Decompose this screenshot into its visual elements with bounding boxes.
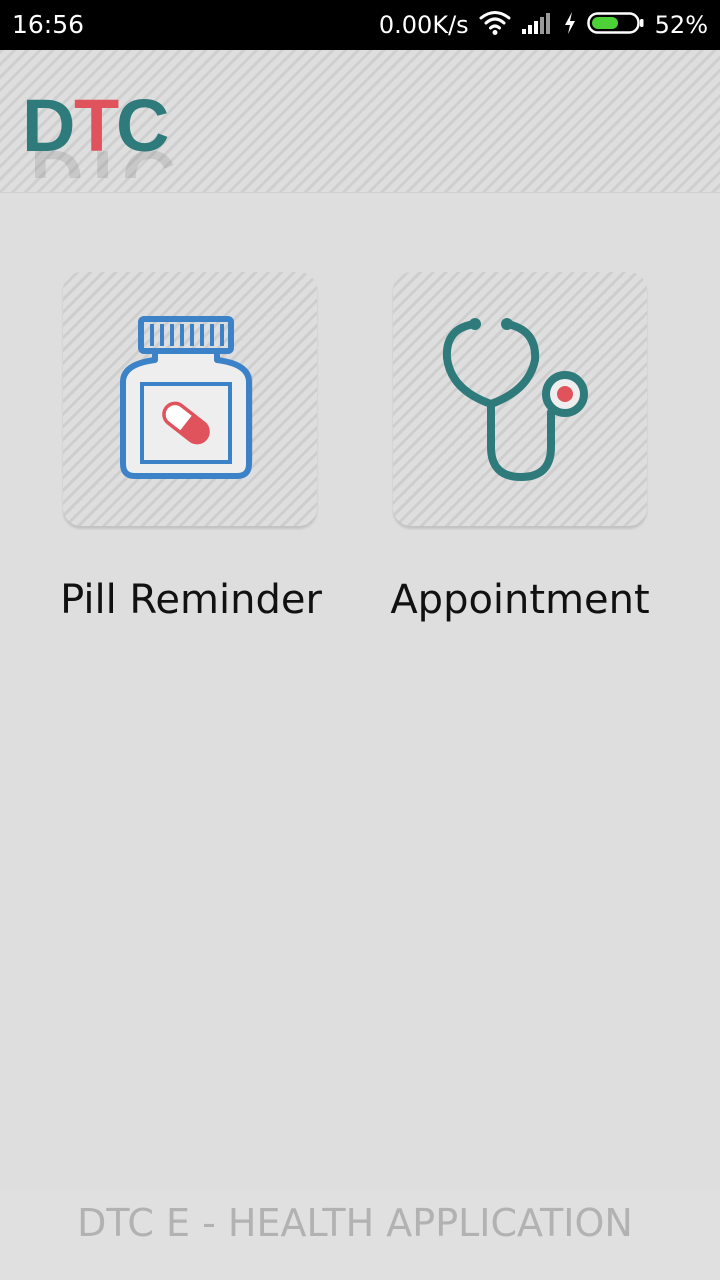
app-header: D T C D T C [0,50,720,193]
footer: DTC E - HEALTH APPLICATION [0,1190,720,1280]
status-time: 16:56 [12,10,85,39]
svg-text:C: C [122,135,175,178]
status-bar: 16:56 0.00K/s 52% [0,0,720,50]
footer-title: DTC E - HEALTH APPLICATION [77,1201,633,1245]
wifi-icon [479,10,511,40]
pill-bottle-icon [120,316,253,479]
svg-text:D: D [30,135,83,178]
status-right: 0.00K/s 52% [379,9,708,41]
appointment-label[interactable]: Appointment [370,574,670,626]
stethoscope-icon [442,318,588,481]
network-speed: 0.00K/s [378,11,469,39]
appointment-button[interactable] [393,272,647,526]
charging-icon [563,11,577,39]
svg-text:T: T [80,135,125,178]
dtc-logo: D T C D T C [22,88,175,178]
battery-icon [586,11,645,39]
signal-icon [521,11,553,39]
pill-reminder-label[interactable]: Pill Reminder [41,574,341,626]
pill-reminder-button[interactable] [63,272,317,526]
battery-percent: 52% [654,11,708,39]
